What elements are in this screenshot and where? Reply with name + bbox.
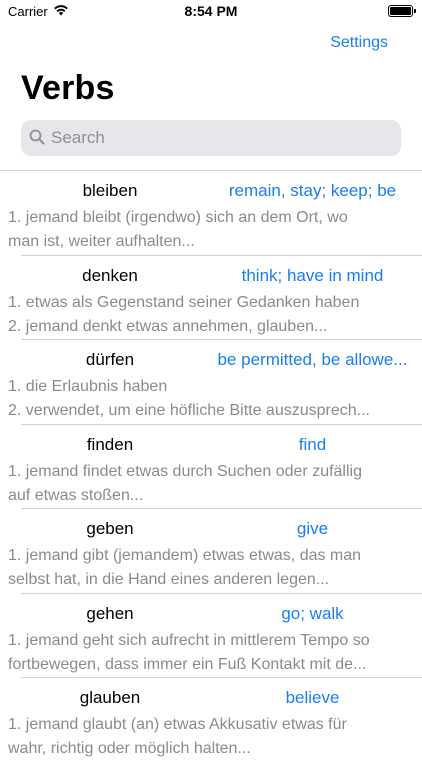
list-item[interactable]: bleiben remain, stay; keep; be 1. jemand… <box>0 171 422 256</box>
list-item[interactable]: gehen go; walk 1. jemand geht sich aufre… <box>0 594 422 678</box>
page-title: Verbs <box>21 69 115 107</box>
list-item[interactable]: finden find 1. jemand findet etwas durch… <box>0 425 422 509</box>
verb-translation: believe <box>285 688 340 707</box>
search-bar[interactable] <box>21 120 401 156</box>
search-input[interactable] <box>51 120 391 156</box>
definition-line: 2. verwendet, um eine höfliche Bitte aus… <box>8 402 370 419</box>
definition-line: 1. jemand gibt (jemandem) etwas etwas, d… <box>8 547 362 564</box>
definition-line: 2. jemand denkt etwas annehmen, glauben.… <box>8 317 328 335</box>
verb-word: dürfen <box>85 350 135 369</box>
verb-word: glauben <box>79 688 141 707</box>
definition-line: man ist, weiter aufhalten... <box>8 233 195 250</box>
list-item[interactable]: denken think; have in mind 1. etwas als … <box>0 256 422 340</box>
verb-word: denken <box>82 265 138 285</box>
verb-translation: find <box>298 434 327 454</box>
status-bar: Carrier 8:54 PM <box>0 0 422 24</box>
verb-translation: think; have in mind <box>241 265 384 285</box>
definition-line: 1. jemand bleibt (irgendwo) sich an dem … <box>8 209 348 226</box>
battery-icon <box>388 5 416 17</box>
definition-line: 1. die Erlaubnis haben <box>8 378 168 395</box>
search-icon <box>29 129 45 145</box>
battery-level <box>390 7 411 15</box>
definition-line: fortbewegen, dass immer ein Fuß Kontakt … <box>8 655 367 673</box>
clock: 8:54 PM <box>184 3 238 19</box>
verb-word: geben <box>86 519 134 538</box>
definition-line: selbst hat, in die Hand eines anderen le… <box>8 571 330 588</box>
verb-translation: go; walk <box>281 603 344 623</box>
verb-translation: give <box>296 519 329 538</box>
verb-translation: be permitted, be allowe... <box>217 350 408 369</box>
settings-button[interactable]: Settings <box>330 34 388 52</box>
definition-line: 1. jemand geht sich aufrecht in mittlere… <box>8 631 370 649</box>
list-item[interactable]: dürfen be permitted, be allowe... 1. die… <box>0 340 422 425</box>
verb-word: gehen <box>86 603 134 623</box>
definition-line: wahr, richtig oder möglich halten... <box>8 740 251 757</box>
verb-word: finden <box>86 434 134 454</box>
definition-line: auf etwas stoßen... <box>8 486 144 504</box>
verb-translation: remain, stay; keep; be <box>228 181 397 200</box>
verb-list: bleiben remain, stay; keep; be 1. jemand… <box>0 170 422 763</box>
definition-line: 1. etwas als Gegenstand seiner Gedanken … <box>8 293 360 311</box>
definition-line: 1. jemand findet etwas durch Suchen oder… <box>8 462 362 480</box>
list-item[interactable]: geben give 1. jemand gibt (jemandem) etw… <box>0 509 422 594</box>
verb-word: bleiben <box>82 181 138 200</box>
definition-line: 1. jemand glaubt (an) etwas Akkusativ et… <box>8 716 347 733</box>
